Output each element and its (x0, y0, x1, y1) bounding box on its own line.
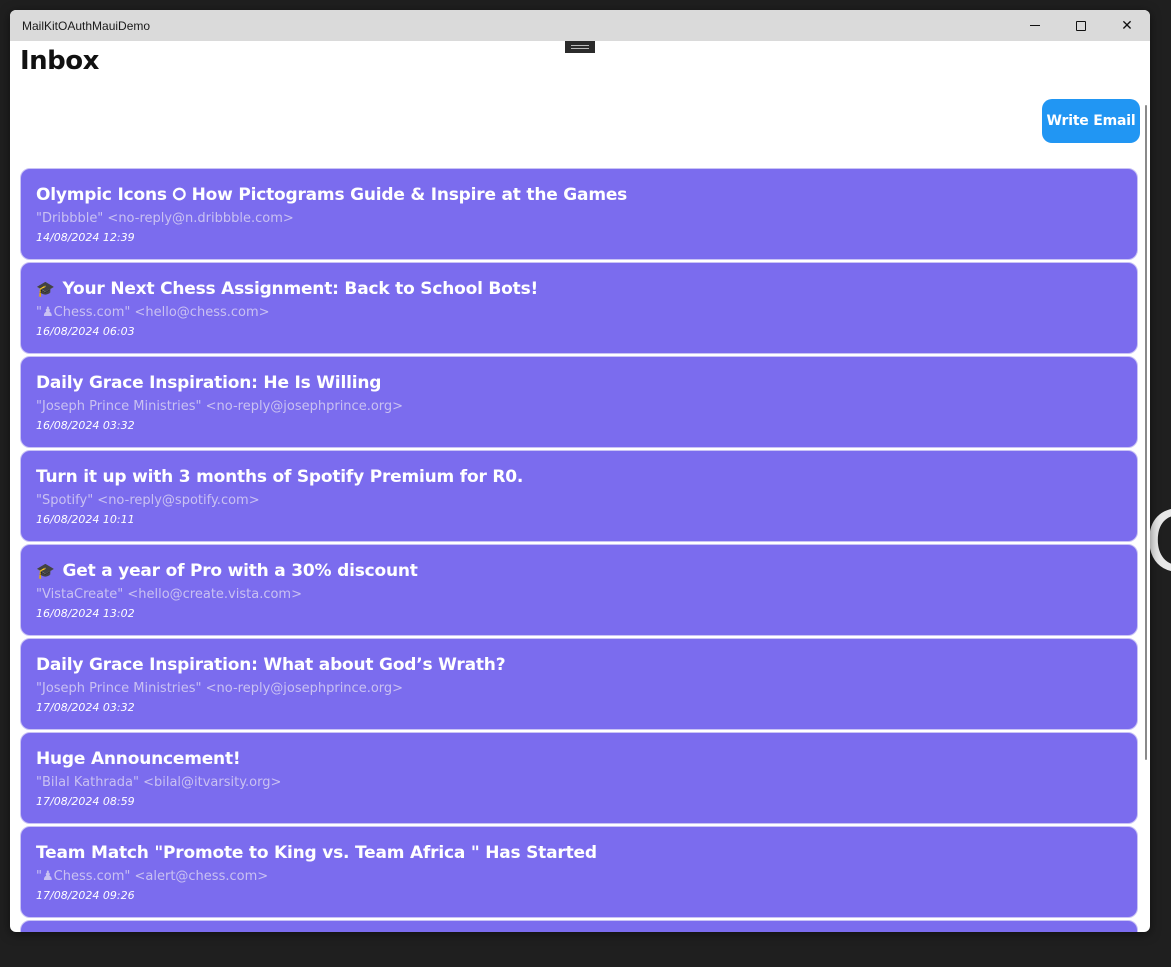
email-sender: "Joseph Prince Ministries" <no-reply@jos… (36, 399, 404, 414)
app-window: MailKitOAuthMauiDemo ✕ Inbox Write Email… (10, 10, 1150, 932)
email-card[interactable]: 🎓 Get a year of Pro with a 30% discount "V… (20, 544, 1138, 636)
email-date: 17/08/2024 08:59 (36, 795, 135, 808)
email-card-partial[interactable] (20, 920, 1138, 932)
email-subject-text: Olympic Icons ⭘ How Pictograms Guide & I… (36, 185, 628, 205)
email-card[interactable]: Team Match "Promote to King vs. Team Afr… (20, 826, 1138, 918)
email-subject: Olympic Icons ⭘ How Pictograms Guide & I… (36, 185, 627, 205)
page-title: Inbox (20, 46, 99, 76)
email-subject-text: Daily Grace Inspiration: What about God’… (36, 655, 506, 675)
scrollbar[interactable] (1145, 105, 1147, 760)
email-date: 16/08/2024 06:03 (36, 325, 135, 338)
email-subject: Huge Announcement! (36, 749, 241, 769)
email-sender: "VistaCreate" <hello@create.vista.com> (36, 587, 302, 602)
email-subject: Daily Grace Inspiration: He Is Willing (36, 373, 381, 393)
title-bar[interactable]: MailKitOAuthMauiDemo ✕ (10, 10, 1150, 41)
email-sender: "Joseph Prince Ministries" <no-reply@jos… (36, 681, 404, 696)
minimize-button[interactable] (1012, 10, 1058, 41)
write-email-button[interactable]: Write Email (1042, 99, 1140, 143)
drag-handle[interactable] (565, 41, 595, 53)
graduation-cap-icon: 🎓 (36, 562, 55, 580)
email-subject: Turn it up with 3 months of Spotify Prem… (36, 467, 523, 487)
email-date: 14/08/2024 12:39 (36, 231, 135, 244)
email-subject: Team Match "Promote to King vs. Team Afr… (36, 843, 597, 863)
drag-handle-line (571, 45, 589, 46)
email-sender: "♟Chess.com" <hello@chess.com> (36, 305, 270, 320)
email-sender: "Bilal Kathrada" <bilal@itvarsity.org> (36, 775, 282, 790)
graduation-cap-icon: 🎓 (36, 280, 55, 298)
email-subject: Daily Grace Inspiration: What about God’… (36, 655, 506, 675)
email-subject-text: Daily Grace Inspiration: He Is Willing (36, 373, 382, 393)
email-card[interactable]: Daily Grace Inspiration: What about God’… (20, 638, 1138, 730)
email-subject-text: Get a year of Pro with a 30% discount (62, 561, 418, 581)
email-date: 17/08/2024 09:26 (36, 889, 135, 902)
email-list: Olympic Icons ⭘ How Pictograms Guide & I… (20, 168, 1140, 920)
close-button[interactable]: ✕ (1104, 10, 1150, 41)
window-title: MailKitOAuthMauiDemo (22, 19, 151, 33)
email-date: 16/08/2024 10:11 (36, 513, 135, 526)
email-subject: 🎓 Get a year of Pro with a 30% discount (36, 561, 418, 581)
maximize-icon (1076, 20, 1086, 31)
email-subject-text: Your Next Chess Assignment: Back to Scho… (62, 279, 539, 299)
email-date: 16/08/2024 03:32 (36, 419, 135, 432)
minimize-icon (1030, 25, 1040, 26)
maximize-button[interactable] (1058, 10, 1104, 41)
email-card[interactable]: 🎓 Your Next Chess Assignment: Back to Sch… (20, 262, 1138, 354)
email-subject: 🎓 Your Next Chess Assignment: Back to Sch… (36, 279, 538, 299)
email-card[interactable]: Huge Announcement! "Bilal Kathrada" <bila… (20, 732, 1138, 824)
drag-handle-line (571, 48, 589, 49)
email-subject-text: Team Match "Promote to King vs. Team Afr… (36, 843, 597, 863)
email-date: 17/08/2024 03:32 (36, 701, 135, 714)
email-subject-text: Huge Announcement! (36, 749, 241, 769)
close-icon: ✕ (1121, 17, 1133, 34)
email-card[interactable]: Olympic Icons ⭘ How Pictograms Guide & I… (20, 168, 1138, 260)
email-card[interactable]: Daily Grace Inspiration: He Is Willing "J… (20, 356, 1138, 448)
email-sender: "Dribbble" <no-reply@n.dribbble.com> (36, 211, 294, 226)
email-subject-text: Turn it up with 3 months of Spotify Prem… (36, 467, 524, 487)
email-sender: "♟Chess.com" <alert@chess.com> (36, 869, 269, 884)
email-card[interactable]: Turn it up with 3 months of Spotify Prem… (20, 450, 1138, 542)
email-sender: "Spotify" <no-reply@spotify.com> (36, 493, 260, 508)
email-date: 16/08/2024 13:02 (36, 607, 135, 620)
